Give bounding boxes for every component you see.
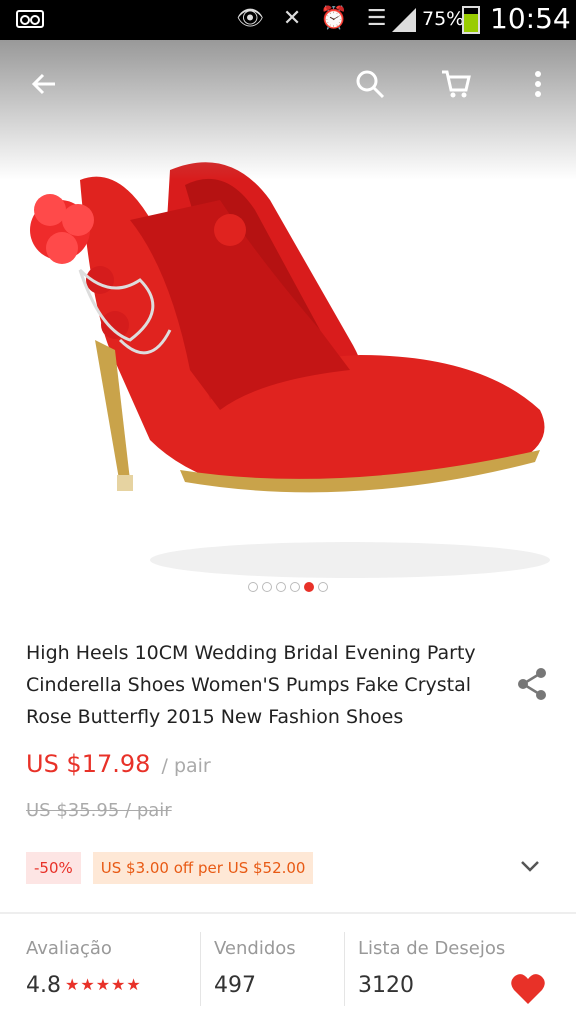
rating-value-row: 4.8 ★★★★★ xyxy=(26,973,142,998)
search-icon xyxy=(356,70,385,99)
wishlist-stat: Lista de Desejos 3120 xyxy=(358,914,505,1024)
product-title-line: High Heels 10CM Wedding Bridal Evening P… xyxy=(26,642,476,664)
discount-badge: -50% xyxy=(26,852,81,884)
cart-icon xyxy=(442,70,471,98)
more-button[interactable] xyxy=(516,62,560,106)
gallery-pagination xyxy=(0,577,576,596)
status-icons: 👁 ✕ ⏰ ☰ xyxy=(236,6,393,31)
gallery-dot[interactable] xyxy=(276,582,286,592)
gallery-dot[interactable] xyxy=(304,582,314,592)
share-icon[interactable] xyxy=(514,666,550,702)
price-line: US $17.98 / pair xyxy=(26,750,211,778)
status-bar: 👁 ✕ ⏰ ☰ 75% 10:54 xyxy=(0,0,576,40)
wishlist-label: Lista de Desejos xyxy=(358,938,506,959)
gallery-dot[interactable] xyxy=(318,582,328,592)
coupon-badge[interactable]: US $3.00 off per US $52.00 xyxy=(92,852,314,884)
rating-label: Avaliação xyxy=(26,938,112,959)
sold-stat: Vendidos 497 xyxy=(214,914,296,1024)
gallery-dot[interactable] xyxy=(248,582,258,592)
price-unit: / pair xyxy=(161,755,211,777)
clock: 10:54 xyxy=(490,2,571,35)
search-button[interactable] xyxy=(348,62,392,106)
stat-divider xyxy=(344,932,345,1006)
rating-stars: ★★★★★ xyxy=(65,975,142,994)
more-vertical-icon xyxy=(535,71,541,97)
wishlist-value: 3120 xyxy=(358,973,414,998)
signal-icon xyxy=(392,8,416,32)
heart-icon[interactable] xyxy=(510,972,546,1006)
stat-divider xyxy=(200,932,201,1006)
arrow-left-icon xyxy=(31,73,55,95)
sold-label: Vendidos xyxy=(214,938,296,959)
toolbar xyxy=(0,40,576,128)
product-title-line: Rose Butterfly 2015 New Fashion Shoes xyxy=(26,706,404,728)
rating-stat: Avaliação 4.8 ★★★★★ xyxy=(26,914,142,1024)
gallery-dot[interactable] xyxy=(262,582,272,592)
promo-badges: -50% US $3.00 off per US $52.00 xyxy=(26,852,314,884)
product-title: High Heels 10CM Wedding Bridal Evening P… xyxy=(26,637,496,733)
voicemail-icon xyxy=(16,10,44,28)
current-price: US $17.98 xyxy=(26,750,151,778)
cart-button[interactable] xyxy=(434,62,478,106)
product-title-line: Cinderella Shoes Women'S Pumps Fake Crys… xyxy=(26,674,472,696)
product-stats: Avaliação 4.8 ★★★★★ Vendidos 497 Lista de… xyxy=(0,914,576,1024)
battery-percent: 75% xyxy=(422,8,465,30)
product-image[interactable] xyxy=(20,140,560,590)
chevron-down-icon[interactable] xyxy=(518,854,542,884)
rating-value: 4.8 xyxy=(26,973,61,998)
gallery-dot[interactable] xyxy=(290,582,300,592)
battery-icon xyxy=(462,6,480,34)
back-button[interactable] xyxy=(22,62,66,106)
original-price: US $35.95 / pair xyxy=(26,800,172,821)
sold-value: 497 xyxy=(214,973,256,998)
